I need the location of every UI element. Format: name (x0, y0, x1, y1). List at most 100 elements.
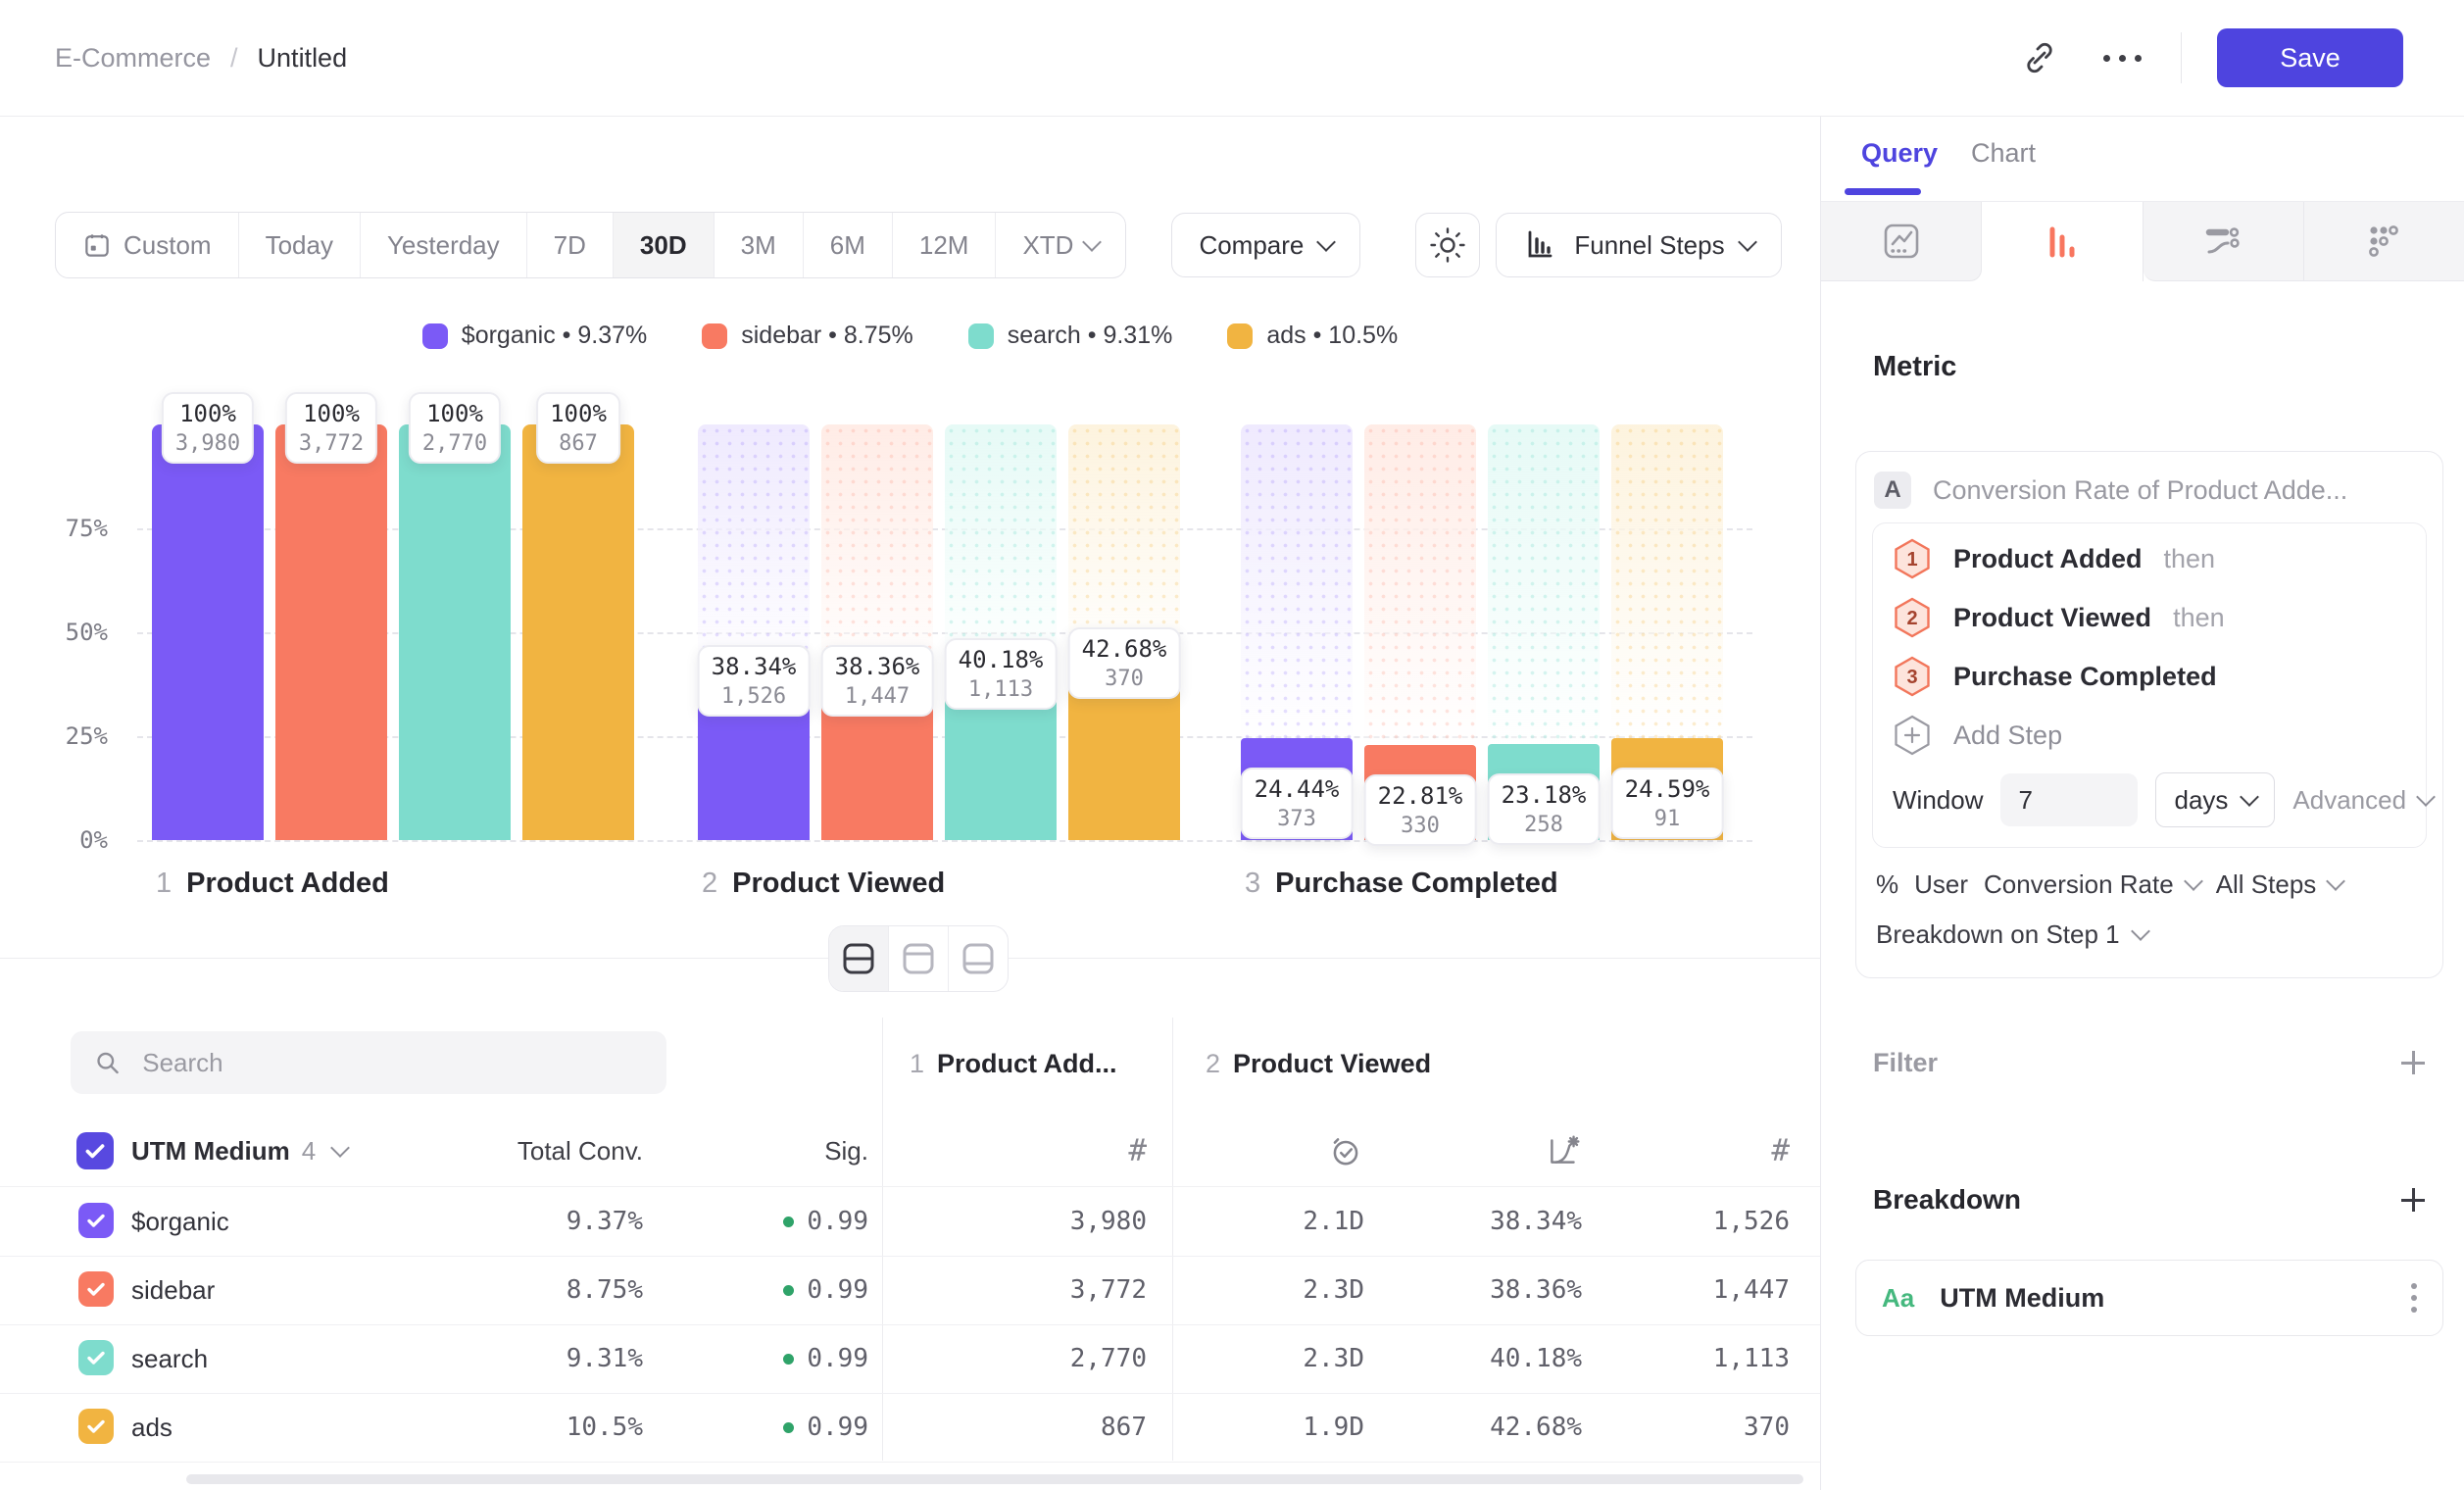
avg-time-column-icon[interactable] (1327, 1116, 1364, 1186)
range-6m[interactable]: 6M (804, 213, 893, 277)
cell-total_conv: 10.5% (567, 1393, 643, 1462)
range-12m[interactable]: 12M (893, 213, 997, 277)
layout-chart-only-button[interactable] (889, 926, 949, 991)
legend-item-sidebar[interactable]: sidebar • 8.75% (702, 322, 913, 350)
funnel-bar-step1-search[interactable] (399, 424, 511, 840)
funnel-chart-tab[interactable] (1982, 202, 2143, 281)
breadcrumb-project[interactable]: E-Commerce (55, 43, 211, 74)
chevron-down-icon (1738, 232, 1757, 252)
legend-item-organic[interactable]: $organic • 9.37% (422, 322, 647, 350)
range-3m[interactable]: 3M (715, 213, 804, 277)
chart-type-strip (1821, 201, 2464, 281)
check-icon (84, 1346, 108, 1369)
metric-step-1[interactable]: 1Product Addedthen (1873, 529, 2426, 588)
step1-column-header[interactable]: 1 Product Add... (910, 1032, 1117, 1095)
metric-step-3[interactable]: 3Purchase Completed (1873, 647, 2426, 706)
window-row: Window days Advanced (1873, 765, 2426, 841)
row-checkbox[interactable] (78, 1409, 114, 1444)
row-name: ads (131, 1393, 172, 1462)
funnel-bar-step1-sidebar[interactable] (275, 424, 387, 840)
window-unit-select[interactable]: days (2155, 772, 2275, 827)
range-yesterday[interactable]: Yesterday (361, 213, 527, 277)
layout-split-button[interactable] (829, 926, 889, 991)
chevron-down-icon (2326, 871, 2345, 891)
breadcrumb-title[interactable]: Untitled (258, 43, 348, 74)
funnel-analysis-app: E-Commerce / Untitled Save CustomTodayYe… (0, 0, 2464, 1490)
cell-conv_pct: 40.18% (1490, 1324, 1582, 1393)
layout-table-only-button[interactable] (949, 926, 1008, 991)
chevron-down-icon (330, 1138, 350, 1158)
sig-header[interactable]: Sig. (824, 1116, 868, 1186)
add-step-button[interactable]: Add Step (1873, 706, 2426, 765)
metric-title-row[interactable]: A Conversion Rate of Product Adde... (1856, 452, 2442, 522)
window-unit-label: days (2174, 785, 2228, 816)
chart-type-button[interactable]: Funnel Steps (1496, 213, 1781, 277)
row-checkbox[interactable] (78, 1203, 114, 1238)
measure-entity[interactable]: User (1914, 869, 1968, 900)
metric-step-2[interactable]: 2Product Viewedthen (1873, 588, 2426, 647)
breakdown-on-step-select[interactable]: Breakdown on Step 1 (1856, 900, 2442, 950)
top-bar: E-Commerce / Untitled Save (0, 0, 2464, 117)
chart-toolbar: CustomTodayYesterday7D 30D 3M6M12MXTD Comp… (55, 212, 1782, 278)
row-checkbox[interactable] (78, 1271, 114, 1307)
range-30d[interactable]: 30D (614, 213, 715, 277)
range-today[interactable]: Today (239, 213, 361, 277)
breakdown-column-header[interactable]: UTM Medium 4 (131, 1116, 347, 1186)
conv-rate-column-icon[interactable] (1545, 1116, 1582, 1186)
add-breakdown-button[interactable] (2398, 1185, 2428, 1215)
bar-count: 2,770 (422, 430, 487, 458)
tab-query[interactable]: Query (1861, 133, 1938, 173)
flows-chart-tab[interactable] (2144, 202, 2304, 281)
compare-button[interactable]: Compare (1171, 213, 1360, 277)
advanced-label: Advanced (2292, 785, 2406, 816)
select-all-checkbox[interactable] (76, 1132, 114, 1169)
ghost-bar (1364, 424, 1476, 745)
tab-chart[interactable]: Chart (1971, 133, 2036, 173)
bar-percent: 22.81% (1378, 780, 1463, 813)
total-conv-header[interactable]: Total Conv. (517, 1116, 643, 1186)
range-custom[interactable]: Custom (56, 213, 239, 277)
range-7d[interactable]: 7D (527, 213, 614, 277)
window-value-input[interactable] (2000, 773, 2138, 826)
more-options-button[interactable] (2098, 34, 2145, 81)
funnel-bar-step1-ads[interactable] (522, 424, 634, 840)
kebab-menu-icon[interactable] (2411, 1283, 2417, 1313)
row-checkbox[interactable] (78, 1340, 114, 1375)
range-xtd[interactable]: XTD (996, 213, 1125, 277)
measure-metric-select[interactable]: Conversion Rate (1984, 869, 2200, 900)
legend-item-search[interactable]: search • 9.31% (968, 322, 1173, 350)
table-body: $organic9.37%3,9802.1D38.34%1,5260.99sid… (0, 1186, 1820, 1462)
insights-chart-tab[interactable] (1821, 202, 1982, 281)
table-row-search[interactable]: search9.31%2,7702.3D40.18%1,1130.99 (0, 1324, 1820, 1394)
table-row-sidebar[interactable]: sidebar8.75%3,7722.3D38.36%1,4470.99 (0, 1256, 1820, 1325)
table-row-organic[interactable]: $organic9.37%3,9802.1D38.34%1,5260.99 (0, 1187, 1820, 1257)
chevron-down-icon (1083, 232, 1103, 252)
count-column-icon[interactable]: # (1771, 1116, 1790, 1186)
table-row-ads[interactable]: ads10.5%8671.9D42.68%3700.99 (0, 1393, 1820, 1463)
group-count: 4 (302, 1116, 316, 1186)
chart-settings-button[interactable] (1415, 213, 1480, 277)
bar-count: 370 (1082, 666, 1167, 693)
gear-icon (1428, 225, 1467, 265)
funnel-bar-step1-organic[interactable] (152, 424, 264, 840)
step2-column-header[interactable]: 2 Product Viewed (1206, 1032, 1431, 1095)
ghost-bar (945, 424, 1057, 673)
count-column-icon[interactable]: # (1128, 1116, 1147, 1186)
legend-item-ads[interactable]: ads • 10.5% (1227, 322, 1398, 350)
report-pane: CustomTodayYesterday7D 30D 3M6M12MXTD Comp… (0, 116, 1820, 1490)
check-icon (84, 1277, 108, 1301)
filter-heading: Filter (1873, 1048, 1938, 1078)
bar-percent: 42.68% (1082, 633, 1167, 666)
share-link-button[interactable] (2016, 34, 2063, 81)
cell-count2: 1,447 (1713, 1256, 1790, 1324)
cell-conv_pct: 38.36% (1490, 1256, 1582, 1324)
add-filter-button[interactable] (2398, 1048, 2428, 1077)
save-button[interactable]: Save (2217, 28, 2403, 87)
measure-steps-select[interactable]: All Steps (2216, 869, 2343, 900)
range-label: 30D (640, 230, 687, 261)
advanced-toggle[interactable]: Advanced (2292, 785, 2433, 816)
breakdown-item-utm-medium[interactable]: AaUTM Medium (1855, 1260, 2443, 1336)
retention-chart-tab[interactable] (2304, 202, 2464, 281)
sig-value: 0.99 (807, 1207, 868, 1236)
horizontal-scrollbar[interactable] (186, 1474, 1803, 1484)
